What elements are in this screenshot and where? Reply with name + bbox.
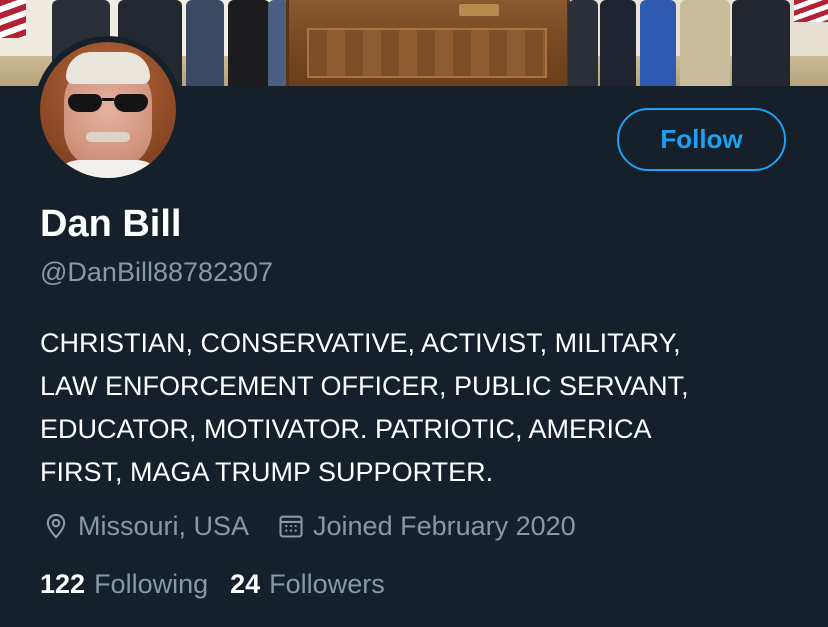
profile-counts: 122 Following 24 Followers [40, 566, 407, 602]
avatar-hair [66, 52, 150, 84]
bio-line: EDUCATOR, MOTIVATOR. PATRIOTIC, AMERICA [40, 414, 652, 444]
banner-person [640, 0, 676, 86]
profile-name: Dan Bill [40, 203, 182, 245]
following-count: 122 [40, 568, 86, 599]
banner-person [732, 0, 790, 86]
following-label: Following [94, 568, 209, 599]
banner-person [228, 0, 270, 86]
profile-handle: @DanBill88782307 [40, 257, 274, 287]
bio-line: CHRISTIAN, CONSERVATIVE, ACTIVIST, MILIT… [40, 328, 681, 358]
banner-desk [286, 0, 570, 86]
follow-button[interactable]: Follow [617, 108, 786, 171]
followers-count: 24 [230, 568, 261, 599]
calendar-icon [279, 515, 303, 538]
avatar-sunglasses [68, 94, 148, 114]
avatar[interactable] [34, 36, 182, 184]
banner-person [186, 0, 224, 86]
profile-page: Follow Dan Bill @DanBill88782307 CHRISTI… [0, 0, 828, 627]
avatar-photo [40, 42, 176, 178]
banner-person [568, 0, 598, 86]
profile-location: Missouri, USA [42, 511, 249, 542]
followers-link[interactable]: 24 Followers [230, 569, 385, 600]
profile-joined: Joined February 2020 [277, 511, 576, 542]
banner-flag-left [0, 0, 26, 38]
followers-label: Followers [269, 568, 385, 599]
following-link[interactable]: 122 Following [40, 569, 208, 600]
bio-line: FIRST, MAGA TRUMP SUPPORTER. [40, 457, 494, 487]
banner-person [680, 0, 730, 86]
location-pin-icon [46, 513, 66, 539]
banner-person [600, 0, 636, 86]
avatar-shirt [50, 160, 166, 178]
banner-flag-right [794, 0, 828, 22]
profile-bio: CHRISTIAN, CONSERVATIVE, ACTIVIST, MILIT… [40, 322, 800, 494]
avatar-mustache [86, 132, 130, 142]
joined-text: Joined February 2020 [313, 510, 576, 541]
profile-meta: Missouri, USA Joined February 2020 [42, 508, 604, 544]
location-text: Missouri, USA [78, 510, 250, 541]
bio-line: LAW ENFORCEMENT OFFICER, PUBLIC SERVANT, [40, 371, 689, 401]
